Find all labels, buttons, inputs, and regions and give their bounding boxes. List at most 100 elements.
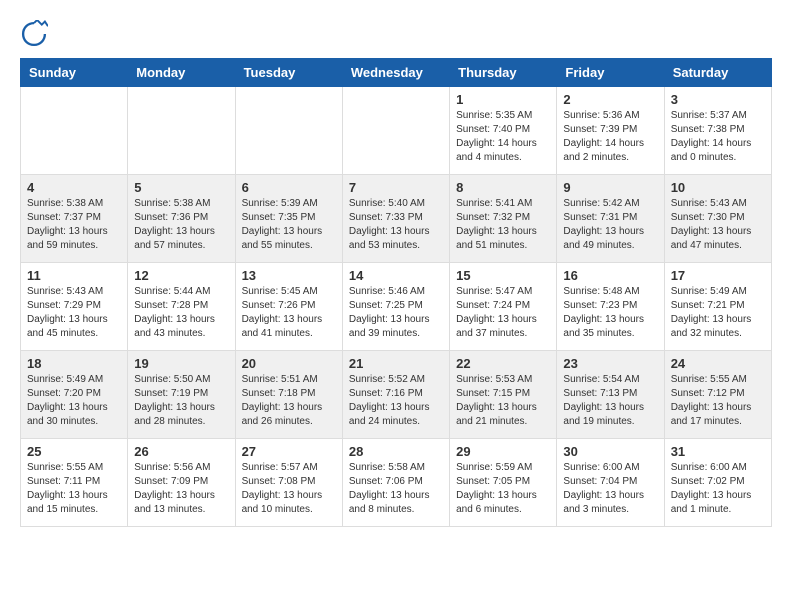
day-number: 17 <box>671 268 765 283</box>
calendar-cell: 24 Sunrise: 5:55 AM Sunset: 7:12 PM Dayli… <box>664 351 771 439</box>
calendar-cell <box>128 87 235 175</box>
calendar-cell: 25 Sunrise: 5:55 AM Sunset: 7:11 PM Dayli… <box>21 439 128 527</box>
day-info: Sunrise: 5:45 AM Sunset: 7:26 PM Dayligh… <box>242 285 336 341</box>
calendar-cell: 16 Sunrise: 5:48 AM Sunset: 7:23 PM Dayli… <box>557 263 664 351</box>
day-number: 22 <box>456 356 550 371</box>
day-number: 23 <box>563 356 657 371</box>
day-info: Sunrise: 5:44 AM Sunset: 7:28 PM Dayligh… <box>134 285 228 341</box>
calendar-cell: 30 Sunrise: 6:00 AM Sunset: 7:04 PM Dayli… <box>557 439 664 527</box>
day-number: 28 <box>349 444 443 459</box>
column-header-tuesday: Tuesday <box>235 59 342 87</box>
generalblue-logo-icon <box>20 20 48 48</box>
calendar-cell: 5 Sunrise: 5:38 AM Sunset: 7:36 PM Daylig… <box>128 175 235 263</box>
day-number: 27 <box>242 444 336 459</box>
day-info: Sunrise: 5:53 AM Sunset: 7:15 PM Dayligh… <box>456 373 550 429</box>
day-number: 26 <box>134 444 228 459</box>
day-info: Sunrise: 5:46 AM Sunset: 7:25 PM Dayligh… <box>349 285 443 341</box>
day-info: Sunrise: 5:37 AM Sunset: 7:38 PM Dayligh… <box>671 109 765 165</box>
day-info: Sunrise: 5:52 AM Sunset: 7:16 PM Dayligh… <box>349 373 443 429</box>
day-number: 6 <box>242 180 336 195</box>
day-info: Sunrise: 5:40 AM Sunset: 7:33 PM Dayligh… <box>349 197 443 253</box>
calendar-table: SundayMondayTuesdayWednesdayThursdayFrid… <box>20 58 772 527</box>
day-number: 20 <box>242 356 336 371</box>
calendar-cell: 31 Sunrise: 6:00 AM Sunset: 7:02 PM Dayli… <box>664 439 771 527</box>
calendar-cell: 3 Sunrise: 5:37 AM Sunset: 7:38 PM Daylig… <box>664 87 771 175</box>
day-info: Sunrise: 5:35 AM Sunset: 7:40 PM Dayligh… <box>456 109 550 165</box>
day-number: 5 <box>134 180 228 195</box>
day-number: 15 <box>456 268 550 283</box>
day-info: Sunrise: 5:55 AM Sunset: 7:11 PM Dayligh… <box>27 461 121 517</box>
calendar-cell: 6 Sunrise: 5:39 AM Sunset: 7:35 PM Daylig… <box>235 175 342 263</box>
column-header-wednesday: Wednesday <box>342 59 449 87</box>
day-info: Sunrise: 5:56 AM Sunset: 7:09 PM Dayligh… <box>134 461 228 517</box>
day-info: Sunrise: 5:39 AM Sunset: 7:35 PM Dayligh… <box>242 197 336 253</box>
calendar-cell: 2 Sunrise: 5:36 AM Sunset: 7:39 PM Daylig… <box>557 87 664 175</box>
day-info: Sunrise: 6:00 AM Sunset: 7:04 PM Dayligh… <box>563 461 657 517</box>
calendar-cell: 17 Sunrise: 5:49 AM Sunset: 7:21 PM Dayli… <box>664 263 771 351</box>
day-number: 14 <box>349 268 443 283</box>
calendar-cell: 7 Sunrise: 5:40 AM Sunset: 7:33 PM Daylig… <box>342 175 449 263</box>
day-number: 12 <box>134 268 228 283</box>
day-info: Sunrise: 5:55 AM Sunset: 7:12 PM Dayligh… <box>671 373 765 429</box>
column-header-friday: Friday <box>557 59 664 87</box>
calendar-cell: 18 Sunrise: 5:49 AM Sunset: 7:20 PM Dayli… <box>21 351 128 439</box>
page-header <box>20 20 772 48</box>
day-info: Sunrise: 6:00 AM Sunset: 7:02 PM Dayligh… <box>671 461 765 517</box>
day-number: 4 <box>27 180 121 195</box>
logo <box>20 20 52 48</box>
day-number: 9 <box>563 180 657 195</box>
day-number: 29 <box>456 444 550 459</box>
calendar-cell <box>342 87 449 175</box>
calendar-cell <box>21 87 128 175</box>
day-number: 7 <box>349 180 443 195</box>
day-number: 21 <box>349 356 443 371</box>
day-number: 8 <box>456 180 550 195</box>
calendar-cell: 4Sunrise: 5:38 AM Sunset: 7:37 PM Daylig… <box>21 175 128 263</box>
day-number: 24 <box>671 356 765 371</box>
calendar-cell: 11 Sunrise: 5:43 AM Sunset: 7:29 PM Dayli… <box>21 263 128 351</box>
day-number: 31 <box>671 444 765 459</box>
calendar-cell: 20Sunrise: 5:51 AM Sunset: 7:18 PM Dayli… <box>235 351 342 439</box>
calendar-cell: 19Sunrise: 5:50 AM Sunset: 7:19 PM Dayli… <box>128 351 235 439</box>
day-info: Sunrise: 5:49 AM Sunset: 7:21 PM Dayligh… <box>671 285 765 341</box>
day-info: Sunrise: 5:58 AM Sunset: 7:06 PM Dayligh… <box>349 461 443 517</box>
day-number: 25 <box>27 444 121 459</box>
calendar-cell: 14 Sunrise: 5:46 AM Sunset: 7:25 PM Dayli… <box>342 263 449 351</box>
calendar-cell: 13Sunrise: 5:45 AM Sunset: 7:26 PM Dayli… <box>235 263 342 351</box>
calendar-cell: 12 Sunrise: 5:44 AM Sunset: 7:28 PM Dayli… <box>128 263 235 351</box>
day-info: Sunrise: 5:54 AM Sunset: 7:13 PM Dayligh… <box>563 373 657 429</box>
calendar-cell: 29 Sunrise: 5:59 AM Sunset: 7:05 PM Dayli… <box>450 439 557 527</box>
column-header-sunday: Sunday <box>21 59 128 87</box>
day-info: Sunrise: 5:38 AM Sunset: 7:36 PM Dayligh… <box>134 197 228 253</box>
day-number: 16 <box>563 268 657 283</box>
day-number: 2 <box>563 92 657 107</box>
column-header-thursday: Thursday <box>450 59 557 87</box>
day-info: Sunrise: 5:59 AM Sunset: 7:05 PM Dayligh… <box>456 461 550 517</box>
day-info: Sunrise: 5:36 AM Sunset: 7:39 PM Dayligh… <box>563 109 657 165</box>
calendar-cell <box>235 87 342 175</box>
calendar-cell: 9 Sunrise: 5:42 AM Sunset: 7:31 PM Daylig… <box>557 175 664 263</box>
day-info: Sunrise: 5:50 AM Sunset: 7:19 PM Dayligh… <box>134 373 228 429</box>
calendar-cell: 26 Sunrise: 5:56 AM Sunset: 7:09 PM Dayli… <box>128 439 235 527</box>
calendar-cell: 23 Sunrise: 5:54 AM Sunset: 7:13 PM Dayli… <box>557 351 664 439</box>
column-header-saturday: Saturday <box>664 59 771 87</box>
column-header-monday: Monday <box>128 59 235 87</box>
day-number: 3 <box>671 92 765 107</box>
day-info: Sunrise: 5:41 AM Sunset: 7:32 PM Dayligh… <box>456 197 550 253</box>
calendar-cell: 1 Sunrise: 5:35 AM Sunset: 7:40 PM Daylig… <box>450 87 557 175</box>
calendar-cell: 27Sunrise: 5:57 AM Sunset: 7:08 PM Dayli… <box>235 439 342 527</box>
day-number: 1 <box>456 92 550 107</box>
calendar-cell: 21 Sunrise: 5:52 AM Sunset: 7:16 PM Dayli… <box>342 351 449 439</box>
day-number: 30 <box>563 444 657 459</box>
day-info: Sunrise: 5:42 AM Sunset: 7:31 PM Dayligh… <box>563 197 657 253</box>
day-info: Sunrise: 5:49 AM Sunset: 7:20 PM Dayligh… <box>27 373 121 429</box>
calendar-cell: 28 Sunrise: 5:58 AM Sunset: 7:06 PM Dayli… <box>342 439 449 527</box>
day-info: Sunrise: 5:43 AM Sunset: 7:30 PM Dayligh… <box>671 197 765 253</box>
day-info: Sunrise: 5:47 AM Sunset: 7:24 PM Dayligh… <box>456 285 550 341</box>
day-number: 10 <box>671 180 765 195</box>
calendar-cell: 8 Sunrise: 5:41 AM Sunset: 7:32 PM Daylig… <box>450 175 557 263</box>
day-info: Sunrise: 5:43 AM Sunset: 7:29 PM Dayligh… <box>27 285 121 341</box>
day-number: 11 <box>27 268 121 283</box>
day-number: 18 <box>27 356 121 371</box>
day-info: Sunrise: 5:48 AM Sunset: 7:23 PM Dayligh… <box>563 285 657 341</box>
